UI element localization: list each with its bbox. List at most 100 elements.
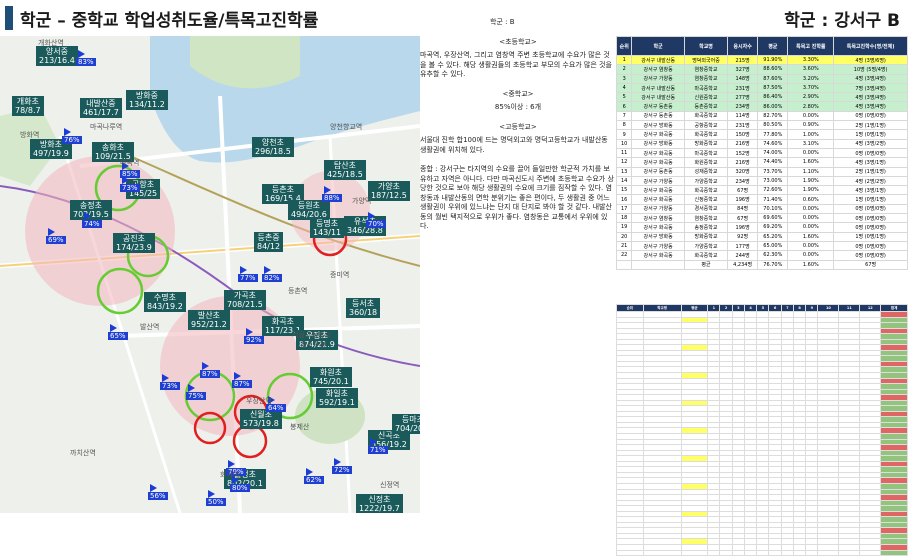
table-cell: 1명 (0명/1명) — [833, 194, 908, 205]
table-cell: 송정중학교 — [683, 222, 729, 233]
school-value: 213/16.4 — [39, 56, 75, 65]
school-value: 143/11 — [313, 228, 342, 237]
table-cell: 염창중학교 — [683, 73, 729, 84]
flag-icon — [110, 324, 117, 332]
achievement-badge: 92% — [244, 336, 264, 344]
table-row: 9 강서구 화곡동 화곡중학교 150명 77.80% 1.00% 1명 (0명/1명) — [615, 129, 908, 140]
school-label[interactable]: 가곡초 708/21.5 — [224, 290, 266, 310]
table-cell: 10명 (5명/4명) — [833, 64, 908, 75]
table-cell: 22 — [615, 250, 633, 261]
school-value: 952/21.2 — [191, 320, 227, 329]
place-label: 마곡나루역 — [90, 123, 123, 131]
school-label[interactable]: 방화중 134/11.2 — [126, 90, 168, 110]
school-label[interactable]: 내발산중 461/17.7 — [80, 98, 122, 118]
table-cell: 67명 — [727, 213, 759, 224]
school-name: 양서중 — [45, 47, 68, 56]
flag-icon — [240, 266, 247, 274]
school-value: 134/11.2 — [129, 100, 165, 109]
table-cell: 8 — [615, 120, 633, 131]
flag-icon — [48, 228, 55, 236]
school-label[interactable]: 수명초 843/19.2 — [144, 292, 186, 312]
flag-icon — [246, 328, 253, 336]
district-label: 학군 : B — [490, 18, 515, 26]
summary-text: 종합 : 강서구는 타지역의 수요를 끌어 들일만한 학군적 가치를 보유하고 … — [420, 165, 614, 230]
table-row: 6 강서구 등촌동 등촌중학교 234명 86.00% 2.80% 4명 (3명/4명) — [615, 101, 908, 112]
school-name: 탑산초 — [333, 161, 356, 170]
column-header: 학교명 — [683, 36, 729, 56]
table-cell: 3 — [615, 73, 633, 84]
achievement-badge: 74% — [82, 220, 102, 228]
table-cell: 4명 (3명/4명) — [833, 92, 908, 103]
achievement-badge: 62% — [304, 476, 324, 484]
table-cell: 강서구 등촌동 — [631, 101, 685, 112]
flag-icon — [208, 490, 215, 498]
map-view[interactable]: 양서중 213/16.4 내발산중 461/17.7 개화초 78/8.7 방화중 134/1… — [0, 36, 420, 513]
school-label[interactable]: 신월초 573/19.8 — [240, 409, 282, 429]
school-label[interactable]: 공진초 174/23.9 — [113, 233, 155, 253]
table-row: 7 강서구 등촌동 화곡중학교 114명 82.70% 0.00% 0명 (0명/0명) — [615, 110, 908, 122]
school-label[interactable]: 등원초 494/20.6 — [288, 200, 330, 220]
flag-icon — [84, 212, 91, 220]
school-label[interactable]: 화일초 592/19.1 — [316, 388, 358, 408]
school-value: 425/18.5 — [327, 170, 363, 179]
school-label[interactable]: 가양초 187/12.5 — [368, 181, 410, 201]
table-cell: 69.60% — [757, 213, 789, 224]
school-name: 등촌초 — [271, 185, 294, 194]
school-value: 84/12 — [257, 242, 281, 251]
table-cell: 4명 (3명/1명) — [833, 185, 908, 196]
table-cell: 강서구 등촌동 — [631, 166, 685, 177]
table-cell: 215명 — [727, 54, 759, 66]
table-cell: 74.40% — [757, 157, 789, 168]
flag-icon — [202, 362, 209, 370]
high-text: 서울대 진학 합100에 드는 명덕외고와 명덕고등학교가 내발산동 생활권에 … — [420, 136, 608, 154]
table-cell — [631, 259, 685, 270]
column-header: 5 — [756, 304, 770, 312]
school-label[interactable]: 탑산초 425/18.5 — [324, 160, 366, 180]
school-label[interactable]: 발산초 952/21.2 — [188, 310, 230, 330]
table-row: 21 강서구 가양동 가양중학교 177명 65.00% 0.00% 0명 (0명/0명) — [615, 240, 908, 252]
table-cell — [719, 549, 733, 556]
school-label[interactable]: 신정초 1222/19.7 — [356, 494, 403, 513]
table-cell: 65.00% — [757, 240, 789, 252]
achievement-badge: 73% — [160, 382, 180, 390]
table-cell: 신원중학교 — [683, 92, 729, 103]
school-value: 187/12.5 — [371, 191, 407, 200]
table-cell: 마곡중학교 — [683, 82, 729, 94]
flag-icon — [78, 50, 85, 58]
school-name: 화곡초 — [271, 317, 294, 326]
school-name: 송정초 — [79, 201, 102, 210]
achievement-badge: 76% — [62, 136, 82, 144]
school-label[interactable]: 화원초 745/20.1 — [310, 367, 352, 387]
table-cell: 3.60% — [787, 64, 835, 75]
school-label[interactable]: 양서중 213/16.4 — [36, 46, 78, 66]
table-cell: 강서구 가양동 — [631, 175, 685, 187]
school-label[interactable]: 양천초 296/18.5 — [252, 137, 294, 157]
flag-icon — [334, 458, 341, 466]
school-label[interactable]: 등촌중 84/12 — [254, 232, 284, 252]
table-cell: 1.10% — [787, 166, 835, 177]
mid-heading: <중학교> — [502, 89, 534, 98]
school-label[interactable]: 등서초 360/18 — [346, 298, 381, 318]
achievement-badge: 82% — [262, 274, 282, 282]
table-cell: 148명 — [727, 73, 759, 84]
achievement-badge: 83% — [76, 58, 96, 66]
column-header: 4 — [743, 304, 758, 312]
flag-icon — [228, 460, 235, 468]
table-cell: 67명 — [833, 259, 908, 270]
table-cell: 화곡중학교 — [683, 110, 729, 122]
district-title: 학군 : 강서구 B — [784, 11, 900, 31]
table-cell: 강서구 염창동 — [631, 64, 685, 75]
table-cell: 강서구 가양동 — [631, 203, 685, 215]
school-label[interactable]: 등명초 143/11 — [310, 218, 345, 238]
school-value: 704/20.1 — [395, 424, 420, 433]
table-cell — [792, 549, 807, 556]
table-row: 22 강서구 화곡동 화곡중학교 244명 62.30% 0.00% 0명 (0명/0명) — [615, 250, 908, 261]
school-label[interactable]: 등마초704/20.1 — [392, 414, 420, 434]
school-value: 843/19.2 — [147, 302, 183, 311]
table-cell: 65.20% — [757, 231, 789, 242]
table-row: 4 강서구 내발산동 마곡중학교 231명 87.50% 3.70% 7명 (3명/4명) — [615, 82, 908, 94]
table-cell: 0명 (0명/0명) — [833, 240, 908, 252]
table-cell: 0.00% — [787, 213, 835, 224]
table-cell: 강서구 화곡동 — [631, 157, 685, 168]
school-label[interactable]: 개화초 78/8.7 — [12, 96, 44, 116]
